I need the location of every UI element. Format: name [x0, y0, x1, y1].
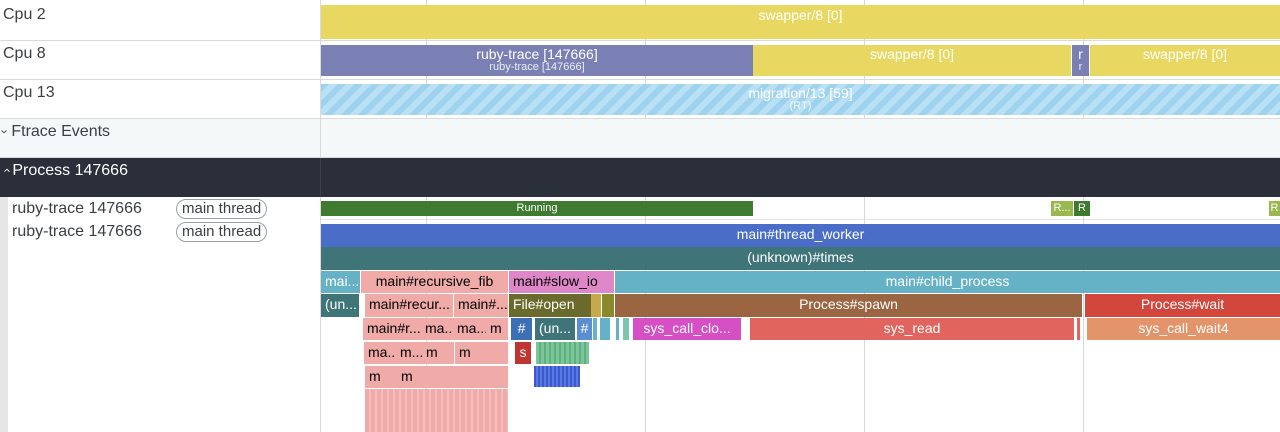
flame-slice-mai[interactable]: mai... — [321, 271, 360, 293]
flame-slice-m[interactable]: m — [486, 318, 508, 340]
slice-title: migration/13 [59] — [748, 85, 853, 101]
cpu-slice-r[interactable]: r r — [1072, 45, 1089, 76]
slice-title: swapper/8 [0] — [1142, 46, 1228, 62]
thread-divider — [321, 219, 1280, 220]
track-cpu-13[interactable]: Cpu 13 migration/13 [59] (RT) — [0, 80, 1280, 119]
flame-slice-mini[interactable] — [616, 318, 619, 340]
flame-slice-thread-worker[interactable]: main#thread_worker — [321, 224, 1280, 247]
slice-title: ruby-trace [147666] — [476, 46, 598, 62]
slice-subtitle: ruby-trace [147666] — [489, 61, 585, 73]
track-ftrace-events[interactable]: ›Ftrace Events — [0, 119, 1280, 158]
flame-slice-times[interactable]: (unknown)#times — [321, 247, 1280, 270]
flame-slice-mini[interactable] — [591, 294, 601, 317]
slice-title: swapper/8 [0] — [869, 46, 955, 62]
flame-slice-process-spawn[interactable]: Process#spawn — [615, 294, 1082, 317]
flame-slice-file-open[interactable]: File#open — [509, 294, 591, 317]
flame-slice-mini[interactable] — [593, 318, 597, 340]
flame-slice-unknown[interactable]: (un... — [535, 318, 575, 340]
flame-slice-deep-stack[interactable] — [365, 389, 508, 432]
flame-slice-process-wait[interactable]: Process#wait — [1085, 294, 1280, 317]
flame-slice-mini[interactable] — [600, 318, 610, 340]
slice-title: R... — [1053, 202, 1071, 214]
flame-slice-m[interactable]: m — [455, 342, 508, 364]
cpu-slice-swapper[interactable]: swapper/8 [0] — [1090, 45, 1280, 76]
process-title: Process 147666 — [12, 162, 128, 179]
flame-slice-recursive-fib[interactable]: main#recursive_fib — [361, 271, 508, 293]
flame-slice-slow-io[interactable]: main#slow_io — [509, 271, 614, 293]
process-expand[interactable]: ›Process 147666 — [0, 162, 128, 180]
flame-slice-mini[interactable] — [623, 318, 629, 340]
cpu-slice-swapper[interactable]: swapper/8 [0] — [753, 45, 1071, 76]
flame-slice-m[interactable]: m — [397, 366, 437, 388]
slice-subtitle: (RT) — [789, 100, 812, 112]
thread-name: ruby-trace 147666 — [12, 200, 142, 217]
flame-slice-child-process[interactable]: main#child_process — [615, 271, 1280, 293]
flame-slice-hash[interactable]: # — [511, 318, 532, 340]
flame-slice-unknown[interactable]: (un... — [321, 294, 359, 317]
track-label-cpu-8: Cpu 8 — [3, 45, 46, 62]
flame-slice-ma[interactable]: ma... — [364, 342, 396, 364]
thread-state-running[interactable]: Running — [321, 201, 753, 216]
cpu-slice-ruby-trace[interactable]: ruby-trace [147666] ruby-trace [147666] — [321, 45, 753, 76]
flame-slice-main-short[interactable]: main#... — [454, 294, 508, 317]
track-divider — [320, 158, 321, 197]
track-cpu-2[interactable]: Cpu 2 swapper/8 [0] — [0, 0, 1280, 41]
slice-subtitle: r — [1078, 61, 1083, 73]
flame-slice-ma[interactable]: ma... — [421, 318, 453, 340]
slice-title: swapper/8 [0] — [758, 7, 843, 23]
flame-slice-mini[interactable] — [437, 366, 508, 388]
chevron-down-icon: › — [0, 129, 13, 133]
flame-slice-main-r[interactable]: main#r... — [363, 318, 421, 340]
slice-title: Running — [516, 202, 558, 214]
slice-title: R — [1270, 202, 1279, 214]
slice-title: r — [1078, 46, 1083, 62]
chevron-up-icon: › — [0, 168, 14, 173]
thread-name: ruby-trace 147666 — [12, 223, 142, 240]
thread-group-guide — [0, 197, 8, 432]
cpu-slice-swapper[interactable]: swapper/8 [0] — [321, 5, 1280, 39]
flame-slice-ma[interactable]: ma... — [453, 318, 486, 340]
flame-slice-m[interactable]: m — [422, 342, 454, 364]
flame-slice-sys-call-wait4[interactable]: sys_call_wait4 — [1087, 318, 1280, 340]
flame-slice-s[interactable]: s — [515, 342, 531, 364]
flame-slice-mini[interactable] — [602, 294, 614, 317]
flame-slice-sys-read[interactable]: sys_read — [750, 318, 1074, 340]
process-header[interactable]: ›Process 147666 — [0, 158, 1280, 197]
thread-state-runnable[interactable]: R — [1269, 201, 1280, 216]
track-divider — [320, 119, 321, 157]
flame-slice-hash[interactable]: # — [577, 318, 592, 340]
ftrace-expand[interactable]: ›Ftrace Events — [0, 123, 111, 141]
slice-title: R — [1078, 202, 1086, 214]
main-thread-chip[interactable]: main thread — [176, 199, 268, 219]
track-label-cpu-13: Cpu 13 — [3, 84, 55, 101]
main-thread-chip[interactable]: main thread — [176, 222, 268, 242]
flame-slice-m[interactable]: m... — [396, 342, 422, 364]
flame-slice-recursive[interactable]: main#recur... — [365, 294, 453, 317]
cpu-slice-migration[interactable]: migration/13 [59] (RT) — [321, 84, 1280, 115]
thread-state-runnable[interactable]: R... — [1051, 201, 1073, 216]
flame-slice-mini[interactable] — [534, 366, 580, 387]
flame-slice-sys-call-close[interactable]: sys_call_clo... — [633, 318, 741, 340]
thread-state-running[interactable]: R — [1074, 201, 1090, 216]
flame-slice-mini[interactable] — [536, 342, 589, 364]
track-label-cpu-2: Cpu 2 — [3, 6, 46, 23]
flame-slice-m[interactable]: m — [365, 366, 397, 388]
track-cpu-8[interactable]: Cpu 8 ruby-trace [147666] ruby-trace [14… — [0, 41, 1280, 80]
flame-slice-mini[interactable] — [1077, 318, 1080, 340]
track-label-ftrace: Ftrace Events — [11, 123, 111, 140]
